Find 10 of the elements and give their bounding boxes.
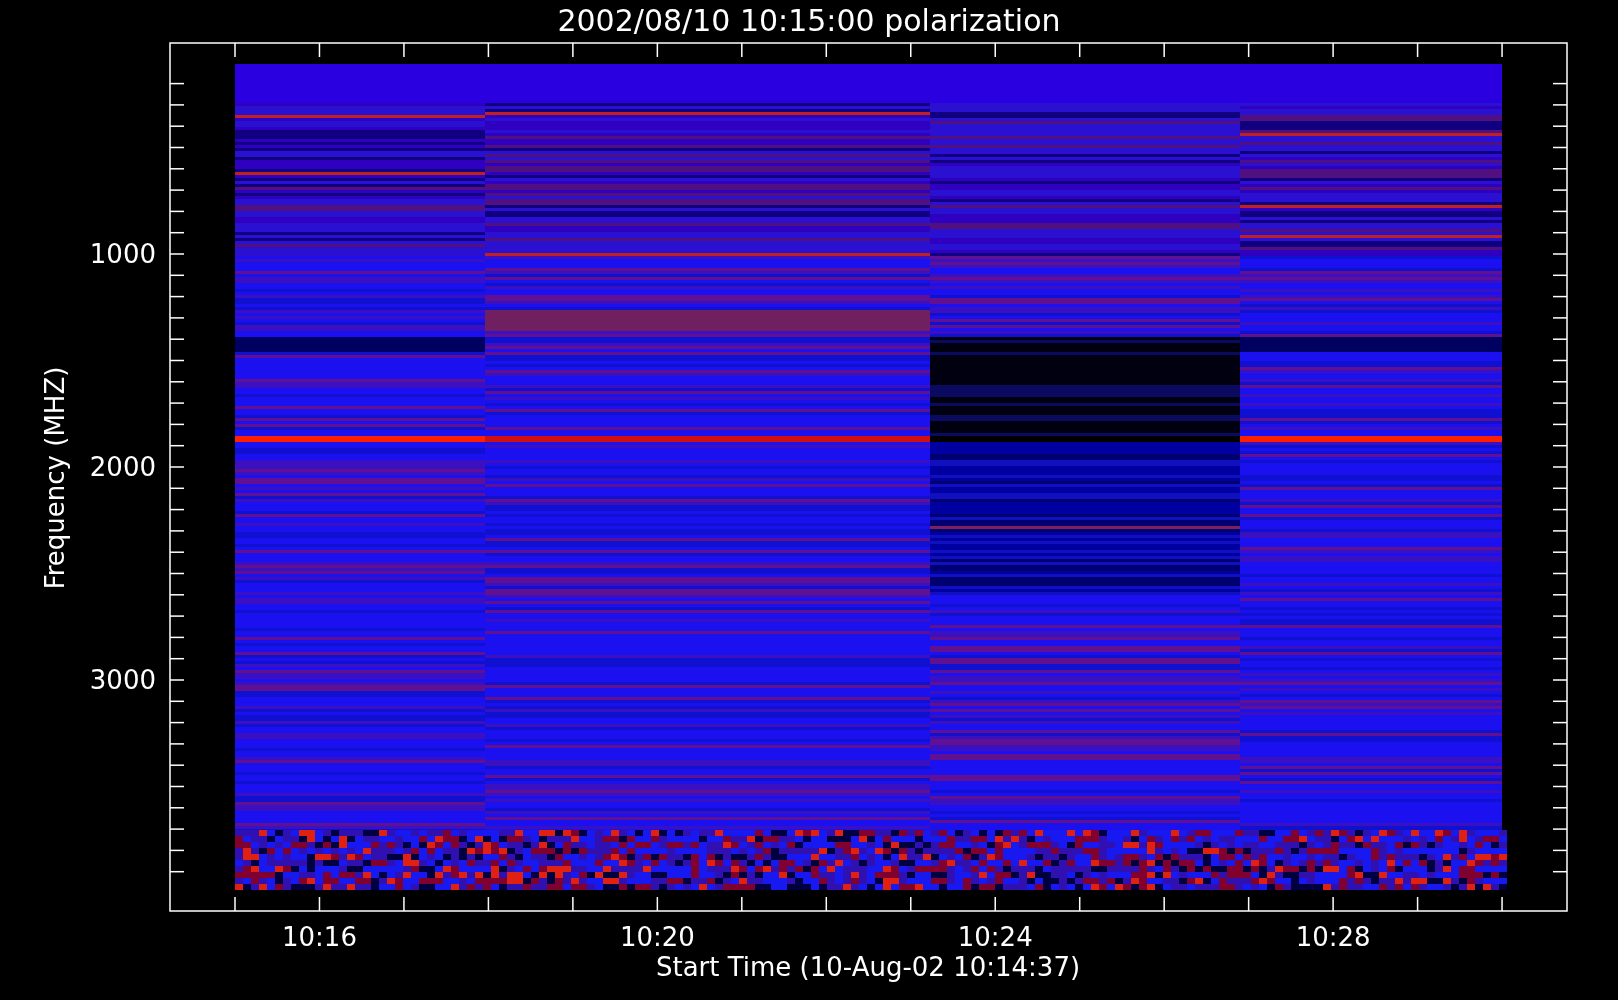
x-tick-label: 10:28 bbox=[1295, 922, 1371, 952]
y-axis-label: Frequency (MHZ) bbox=[40, 366, 70, 590]
y-tick-label: 1000 bbox=[89, 239, 156, 269]
x-tick-label: 10:20 bbox=[619, 922, 695, 952]
chart-title: 2002/08/10 10:15:00 polarization bbox=[557, 3, 1061, 38]
x-axis-label: Start Time (10-Aug-02 10:14:37) bbox=[655, 952, 1081, 982]
y-tick-label: 2000 bbox=[89, 452, 156, 482]
x-tick-label: 10:24 bbox=[957, 922, 1033, 952]
y-tick-label: 3000 bbox=[89, 665, 156, 695]
x-tick-label: 10:16 bbox=[282, 922, 357, 952]
